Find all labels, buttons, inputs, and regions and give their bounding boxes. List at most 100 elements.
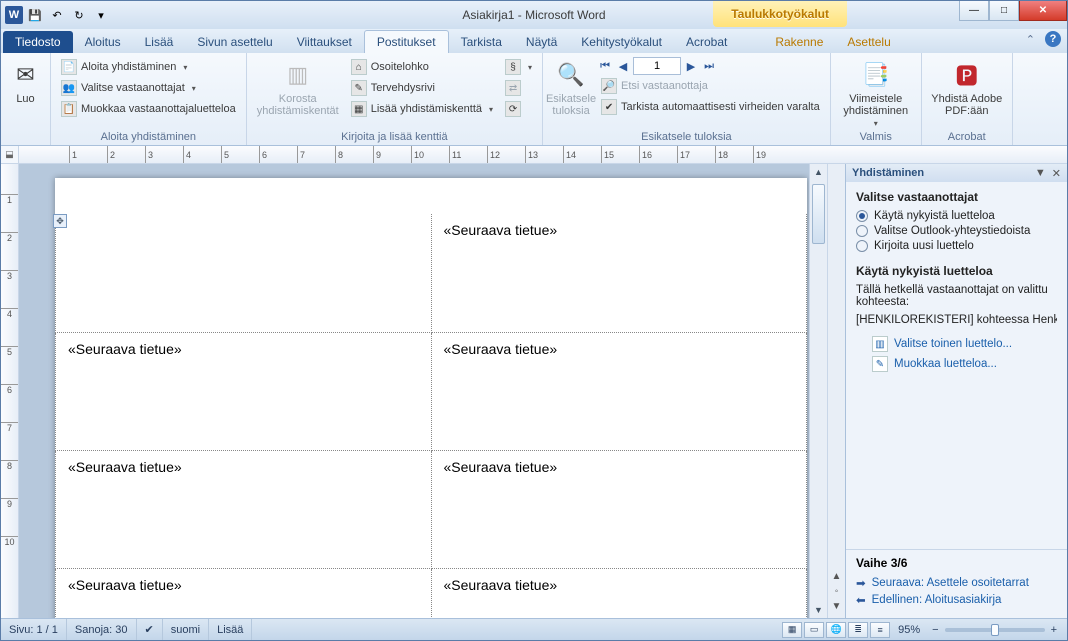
create-envelopes-button[interactable]: ✉ Luo	[7, 55, 44, 105]
tab-home[interactable]: Aloitus	[73, 31, 133, 53]
table-row: «Seuraava tietue» «Seuraava tietue»	[56, 568, 807, 618]
status-language[interactable]: suomi	[163, 619, 209, 640]
next-record-button[interactable]: ▶	[683, 58, 699, 74]
tab-developer[interactable]: Kehitystyökalut	[569, 31, 674, 53]
edit-recipient-list-button[interactable]: 📋Muokkaa vastaanottajaluetteloa	[57, 99, 240, 119]
prev-step-link[interactable]: ⬅Edellinen: Aloitusasiakirja	[856, 593, 1057, 607]
auto-check-errors-button[interactable]: ✔Tarkista automaattisesti virheiden vara…	[597, 97, 824, 117]
first-record-button[interactable]: ⏮	[597, 58, 613, 74]
status-bar: Sivu: 1 / 1 Sanoja: 30 ✔ suomi Lisää ▦ ▭…	[1, 618, 1067, 640]
zoom-slider[interactable]	[945, 628, 1045, 632]
ruler-corner[interactable]: ⬓	[1, 146, 19, 163]
radio-outlook-contacts[interactable]: Valitse Outlook-yhteystiedoista	[856, 225, 1057, 237]
tab-file[interactable]: Tiedosto	[3, 31, 73, 53]
tab-insert[interactable]: Lisää	[133, 31, 186, 53]
rules-button[interactable]: §	[501, 57, 536, 77]
taskpane-close-icon[interactable]: ✕	[1052, 167, 1061, 180]
address-block-button[interactable]: ⌂Osoitelohko	[347, 57, 497, 77]
zoom-level[interactable]: 95%	[898, 624, 920, 636]
label-cell[interactable]: «Seuraava tietue»	[431, 450, 807, 568]
taskpane-menu-icon[interactable]: ▼	[1035, 167, 1046, 180]
tab-table-layout[interactable]: Asettelu	[835, 31, 902, 53]
label-cell[interactable]: «Seuraava tietue»	[431, 568, 807, 618]
qat-undo-icon[interactable]: ↶	[47, 5, 67, 25]
view-outline-button[interactable]: ≣	[848, 622, 868, 638]
scroll-down-button[interactable]: ▼	[810, 602, 827, 618]
status-insert-mode[interactable]: Lisää	[209, 619, 252, 640]
vertical-scrollbar[interactable]: ▲ ▼	[809, 164, 827, 618]
label-cell[interactable]: «Seuraava tietue»	[431, 332, 807, 450]
label-cell[interactable]: «Seuraava tietue»	[56, 450, 432, 568]
zoom-in-button[interactable]: +	[1047, 624, 1061, 636]
group-preview-label: Esikatsele tuloksia	[549, 130, 824, 145]
view-web-layout-button[interactable]: 🌐	[826, 622, 846, 638]
taskpane-title: Yhdistäminen	[852, 167, 924, 179]
status-proofing[interactable]: ✔	[137, 619, 163, 640]
table-move-handle-icon[interactable]: ✥	[53, 214, 67, 228]
browse-object-icon[interactable]: ◦	[835, 586, 839, 597]
label-cell[interactable]	[56, 214, 432, 332]
tab-mailings[interactable]: Postitukset	[364, 30, 449, 53]
record-number-input[interactable]	[633, 57, 681, 75]
view-draft-button[interactable]: ≡	[870, 622, 890, 638]
find-recipient-button[interactable]: 🔎Etsi vastaanottaja	[597, 76, 824, 96]
vertical-ruler[interactable]: 12345678910	[1, 164, 19, 618]
qat-save-icon[interactable]: 💾	[25, 5, 45, 25]
zoom-thumb[interactable]	[991, 624, 999, 636]
match-fields-button[interactable]: ⇄	[501, 78, 536, 98]
last-record-button[interactable]: ⏭	[701, 58, 717, 74]
highlight-merge-fields-button[interactable]: ▥ Korosta yhdistämiskentät	[253, 55, 343, 117]
horizontal-ruler[interactable]: 12345678910111213141516171819	[19, 146, 1067, 163]
document-viewport[interactable]: ✥ «Seuraava tietue» «Seuraava tietue» «S…	[19, 164, 809, 618]
scroll-up-button[interactable]: ▲	[810, 164, 827, 180]
check-icon: ✔	[601, 99, 617, 115]
view-print-layout-button[interactable]: ▦	[782, 622, 802, 638]
start-mail-merge-button[interactable]: 📄Aloita yhdistäminen	[57, 57, 240, 77]
radio-new-list[interactable]: Kirjoita uusi luettelo	[856, 240, 1057, 252]
label-cell[interactable]: «Seuraava tietue»	[56, 332, 432, 450]
radio-label: Valitse Outlook-yhteystiedoista	[874, 225, 1030, 237]
label-cell[interactable]: «Seuraava tietue»	[431, 214, 807, 332]
merge-to-pdf-button[interactable]: 🅿 Yhdistä Adobe PDF:ään	[928, 55, 1006, 117]
window-minimize-button[interactable]: ―	[959, 1, 989, 21]
tab-table-design[interactable]: Rakenne	[763, 31, 835, 53]
preview-label: Esikatsele tuloksia	[546, 93, 596, 117]
help-icon[interactable]: ?	[1045, 31, 1061, 47]
qat-customize-icon[interactable]: ▾	[91, 5, 111, 25]
tab-acrobat[interactable]: Acrobat	[674, 31, 739, 53]
radio-icon	[856, 210, 868, 222]
tab-references[interactable]: Viittaukset	[285, 31, 364, 53]
prev-object-icon[interactable]: ▲	[832, 571, 842, 582]
radio-icon	[856, 225, 868, 237]
ruler-row: ⬓ 12345678910111213141516171819	[1, 146, 1067, 164]
insert-field-icon: ▦	[351, 101, 367, 117]
next-step-link[interactable]: ➡Seuraava: Asettele osoitetarrat	[856, 576, 1057, 590]
scroll-thumb[interactable]	[812, 184, 825, 244]
select-recipients-button[interactable]: 👥Valitse vastaanottajat	[57, 78, 240, 98]
ribbon-minimize-icon[interactable]: ⌃	[1026, 33, 1035, 46]
tp-use-existing-heading: Käytä nykyistä luetteloa	[856, 264, 1057, 278]
tab-review[interactable]: Tarkista	[449, 31, 514, 53]
finish-merge-button[interactable]: 📑 Viimeistele yhdistäminen ▾	[837, 55, 915, 128]
next-object-icon[interactable]: ▼	[832, 601, 842, 612]
radio-use-existing[interactable]: Käytä nykyistä luetteloa	[856, 210, 1057, 222]
status-words[interactable]: Sanoja: 30	[67, 619, 137, 640]
update-labels-button[interactable]: ⟳	[501, 99, 536, 119]
browse-object-nav: ▲ ◦ ▼	[827, 164, 845, 618]
preview-results-button[interactable]: 🔍 Esikatsele tuloksia	[549, 55, 593, 117]
greeting-line-button[interactable]: ✎Tervehdysrivi	[347, 78, 497, 98]
qat-redo-icon[interactable]: ↻	[69, 5, 89, 25]
window-maximize-button[interactable]: □	[989, 1, 1019, 21]
select-different-list-link[interactable]: ▥Valitse toinen luettelo...	[872, 336, 1057, 352]
status-page[interactable]: Sivu: 1 / 1	[1, 619, 67, 640]
label-cell[interactable]: «Seuraava tietue»	[56, 568, 432, 618]
edit-icon: ✎	[872, 356, 888, 372]
insert-merge-field-button[interactable]: ▦Lisää yhdistämiskenttä	[347, 99, 497, 119]
window-close-button[interactable]: ✕	[1019, 1, 1067, 21]
tab-page-layout[interactable]: Sivun asettelu	[185, 31, 284, 53]
prev-record-button[interactable]: ◀	[615, 58, 631, 74]
view-full-screen-button[interactable]: ▭	[804, 622, 824, 638]
tab-view[interactable]: Näytä	[514, 31, 569, 53]
edit-list-link[interactable]: ✎Muokkaa luetteloa...	[872, 356, 1057, 372]
zoom-out-button[interactable]: −	[928, 624, 942, 636]
